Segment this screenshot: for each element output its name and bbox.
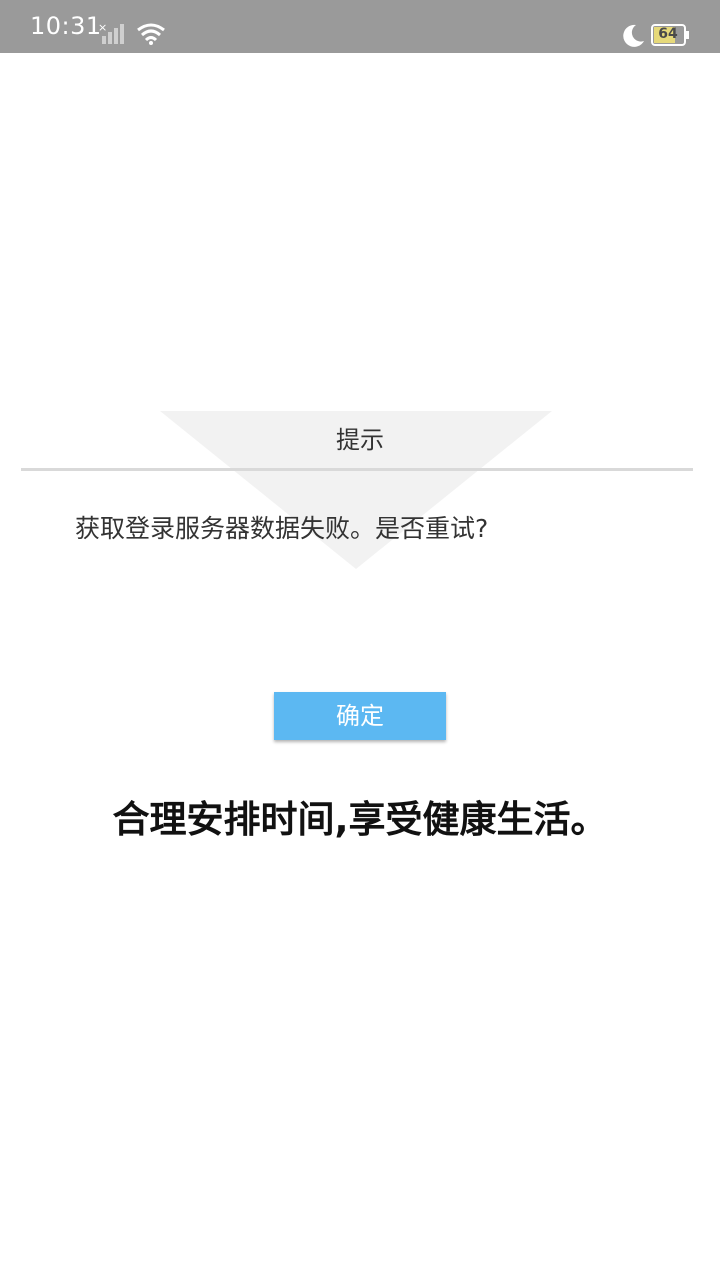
signal-icon: × [98, 22, 124, 44]
moon-icon [623, 24, 644, 47]
confirm-button[interactable]: 确定 [274, 692, 446, 740]
dialog-divider [21, 468, 693, 471]
status-bar: 10:31 × 64 [0, 0, 720, 53]
battery-level: 64 [658, 26, 678, 42]
slogan-text: 合理安排时间,享受健康生活。 [112, 798, 608, 841]
status-time: 10:31 [30, 12, 102, 40]
svg-text:×: × [98, 22, 107, 34]
dialog-title: 提示 [336, 426, 384, 454]
wifi-icon [137, 23, 165, 45]
dialog-message: 获取登录服务器数据失败。是否重试? [75, 514, 489, 543]
